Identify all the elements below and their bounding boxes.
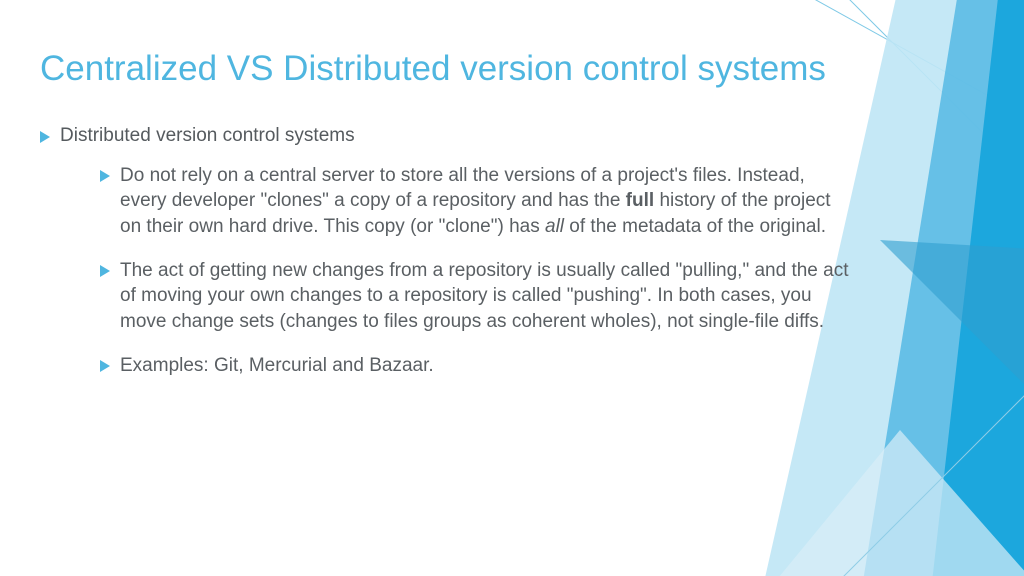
section-heading: Distributed version control systems [60, 125, 355, 147]
bullet-triangle-icon [100, 360, 110, 372]
bullet-text: Do not rely on a central server to store… [120, 163, 854, 240]
bullet-level2: Examples: Git, Mercurial and Bazaar. [100, 353, 854, 379]
bullet-text: The act of getting new changes from a re… [120, 258, 854, 335]
bullet-triangle-icon [40, 131, 50, 143]
slide-title: Centralized VS Distributed version contr… [40, 48, 854, 91]
slide-content: Centralized VS Distributed version contr… [0, 0, 1024, 436]
bullet-triangle-icon [100, 265, 110, 277]
bullet-text: Examples: Git, Mercurial and Bazaar. [120, 353, 434, 379]
bullet-level2: The act of getting new changes from a re… [100, 258, 854, 335]
bullet-level1: Distributed version control systems [40, 125, 854, 147]
sub-bullet-list: Do not rely on a central server to store… [40, 163, 854, 378]
bullet-level2: Do not rely on a central server to store… [100, 163, 854, 240]
bullet-triangle-icon [100, 170, 110, 182]
